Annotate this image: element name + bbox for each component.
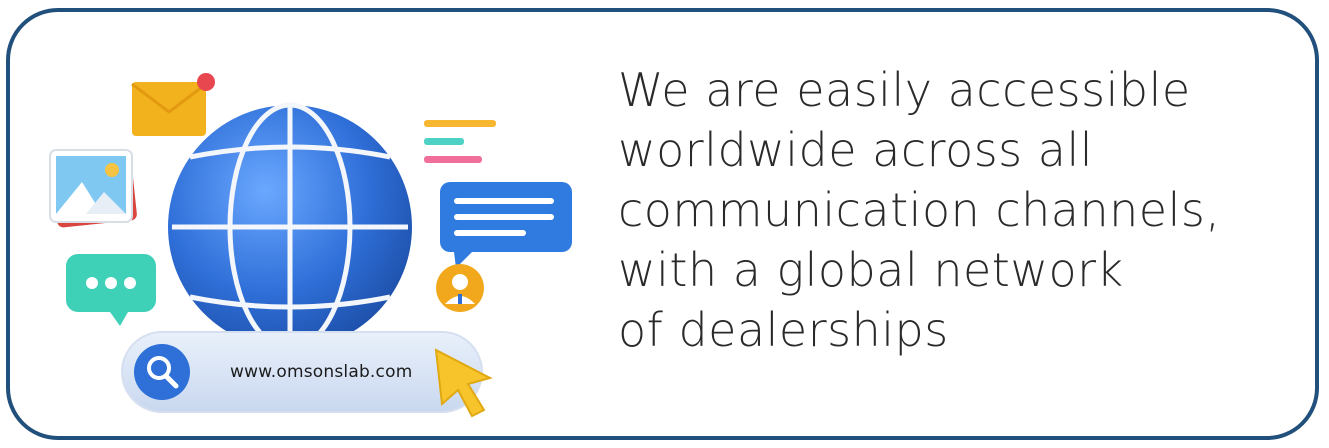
message-bubble-icon xyxy=(440,182,572,268)
connectivity-illustration: www.omsonslab.com xyxy=(40,32,600,436)
headline-line-4: with a global network xyxy=(618,243,1124,297)
headline-line-2: worldwide across all xyxy=(618,123,1094,177)
headline-line-3: communication channels, xyxy=(618,183,1221,237)
headline-line-5: of dealerships xyxy=(618,303,949,357)
text-lines-icon xyxy=(424,120,496,163)
photo-icon xyxy=(49,149,137,228)
user-avatar-icon xyxy=(436,264,484,312)
info-card: www.omsonslab.com We are easily accessib… xyxy=(6,8,1319,440)
headline-line-1: We are easily accessible xyxy=(618,63,1191,117)
website-url: www.omsonslab.com xyxy=(230,362,413,382)
envelope-icon xyxy=(131,73,215,136)
headline-text: We are easily accessible worldwide acros… xyxy=(618,60,1308,360)
chat-dots-icon xyxy=(66,254,156,326)
globe-icon xyxy=(168,102,412,352)
